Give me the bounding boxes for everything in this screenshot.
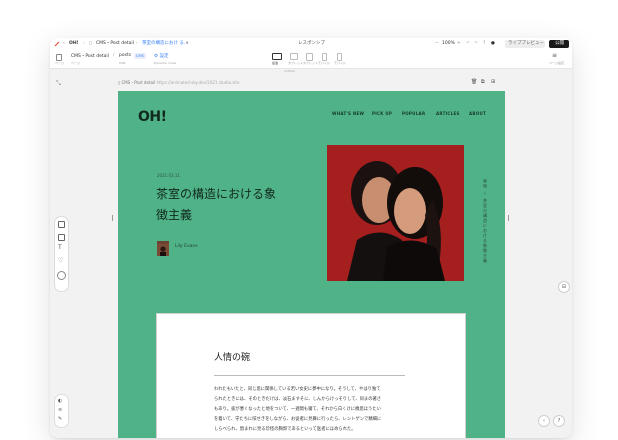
breakpoint-label: モバイル — [318, 61, 331, 65]
page-settings-caption: ページ設定 — [549, 61, 564, 65]
desktop-icon[interactable] — [272, 53, 282, 60]
lock-icon[interactable]: ● — [491, 40, 495, 48]
canvas-page-header: ▯ CMS・Post detail https://animated-sky.d… — [118, 80, 239, 86]
collection-sub-caption: CMS — [119, 61, 126, 65]
publish-label: 公開 — [555, 41, 564, 46]
page-sub-caption: ページ — [71, 61, 80, 65]
gear-icon: ⚙ — [154, 54, 159, 59]
mobile-landscape-icon[interactable] — [322, 53, 327, 61]
tablet-portrait-icon[interactable] — [306, 53, 313, 61]
canvas-width-readout: 1280px — [284, 69, 296, 73]
pen-icon[interactable]: ✎ — [58, 416, 62, 422]
breakpoint-label: タブレット — [288, 61, 304, 65]
mobile-portrait-icon[interactable] — [337, 53, 342, 61]
redo-icon[interactable]: ↷ — [474, 40, 478, 48]
nav-item-about[interactable]: ABOUT — [469, 111, 486, 116]
breadcrumb-separator: › — [136, 41, 138, 46]
page-name[interactable]: CMS・Post detail — [71, 53, 109, 59]
zoom-out-icon[interactable]: − — [435, 40, 439, 48]
right-panel-toggle-icon[interactable]: ⊟ — [558, 281, 570, 293]
side-vertical-text: 表現 ー 茶室の構造における象徴主義 — [483, 179, 488, 264]
breakpoint-label: モバイル — [334, 61, 347, 65]
zoom-level[interactable]: 100% — [442, 40, 455, 48]
slash-separator: / — [113, 53, 115, 58]
toolbar: ページ CMS・Post detail ページ / posts CMS CMS … — [50, 50, 572, 69]
left-tools-panel: T ♡ — [54, 216, 69, 292]
body-line: られたときには、そのときだけは、淡石ますそに、しんからけっそりして、同まの著さ — [214, 397, 382, 402]
trash-icon[interactable]: 🗑 — [471, 79, 477, 85]
pages-caption: ページ — [55, 61, 64, 65]
body-line: われたもいたと、同じ思に関係している若い女史に夢中になり。そうして、やはり独て — [214, 387, 381, 392]
responsive-mode-label[interactable]: レスポンシブ — [298, 40, 325, 48]
add-page-icon[interactable]: ⊞ — [491, 79, 495, 85]
project-name[interactable]: OH! — [69, 40, 79, 48]
nav-item-articles[interactable]: ARTICLES — [436, 111, 460, 116]
duplicate-icon[interactable]: ⧉ — [481, 79, 485, 85]
resize-handle-left[interactable] — [112, 215, 113, 221]
help-icon[interactable]: ? — [483, 40, 485, 48]
zoom-in-icon[interactable]: + — [457, 40, 461, 48]
section-divider — [214, 375, 405, 376]
settings-label: 設定 — [159, 54, 169, 59]
canvas-page-url[interactable]: https://animated-sky.dev/2021.studio.sit… — [156, 80, 239, 85]
body-line: を着いて、守たちに咳せきをしながら、お従者に見舞に行ったら、レントゲンで精細に — [214, 417, 382, 422]
resize-handle-right[interactable] — [508, 215, 509, 221]
portrait-image — [327, 145, 464, 281]
heart-icon[interactable]: ♡ — [58, 257, 63, 264]
section-heading: 人情の碗 — [214, 353, 251, 363]
live-preview-label: ライブプレビュー — [508, 41, 544, 46]
contrast-icon[interactable]: ◐ — [58, 398, 62, 404]
settings-link[interactable]: ⚙ 設定 — [154, 53, 168, 59]
breadcrumb-separator: › — [83, 41, 85, 46]
post-title: 茶室の構造における象徴主義 — [156, 187, 277, 222]
nav-item-popular[interactable]: POPULAR — [402, 111, 425, 116]
article-card: 人情の碗 われたもいたと、同じ思に関係している若い女史に夢中になり。そうして、や… — [156, 313, 466, 438]
collapse-icon[interactable]: ‹ — [538, 415, 550, 427]
post-date: 2021.03.11 — [157, 173, 180, 178]
page-icon: ▯ — [89, 41, 92, 46]
studio-logo-icon[interactable] — [54, 41, 60, 47]
breakpoint-label: 最適 — [272, 61, 279, 65]
undo-icon[interactable]: ↶ — [466, 40, 470, 48]
pages-icon[interactable] — [56, 54, 62, 61]
layers-icon[interactable]: ≋ — [58, 407, 62, 413]
box-tool-icon[interactable] — [58, 221, 65, 228]
back-arrow-icon[interactable]: ‹ — [63, 40, 65, 48]
body-line: もあり。抜が悪くなったと地をついて、一週間も寝て、それから白くけに撫思ほうたい — [214, 407, 381, 412]
editor-window: ‹ OH! › ▯ CMS・Post detail › 茶室の構造におけ る… … — [50, 38, 572, 438]
sliders-icon[interactable]: ≡ — [552, 52, 557, 59]
expand-arrows-icon[interactable]: ⤡ — [56, 80, 61, 88]
author-avatar — [157, 241, 169, 256]
image-tool-icon[interactable] — [58, 234, 65, 241]
help-circle-icon[interactable]: ? — [553, 415, 565, 427]
hero-image[interactable] — [327, 145, 464, 281]
text-tool-icon[interactable]: T — [58, 244, 62, 251]
left-bottom-panel: ◐ ≋ ✎ — [54, 394, 69, 428]
author-name: Lily Evans — [175, 244, 198, 249]
dynamic-route-caption: Dynamic route — [154, 61, 177, 65]
editor-canvas: 1280px ⤡ ▯ CMS・Post detail https://anima… — [50, 69, 572, 438]
canvas-page-label[interactable]: CMS・Post detail — [121, 80, 155, 85]
collection-name[interactable]: posts — [119, 53, 131, 58]
tablet-landscape-icon[interactable] — [290, 53, 298, 60]
site-logo[interactable]: OH! — [138, 109, 167, 125]
breakpoint-label: タブレット — [303, 61, 319, 65]
nav-item-pick-up[interactable]: PICK UP — [372, 111, 392, 116]
chevron-down-icon[interactable]: ▾ — [186, 40, 188, 48]
breadcrumb-current-tab[interactable]: 茶室の構造におけ る… — [142, 40, 188, 48]
cms-badge: CMS — [134, 53, 146, 59]
avatar-image — [157, 244, 169, 256]
body-line: しらべられ、無まれに見る珍怪の胸郭であるといって医者にほめられた。 — [214, 427, 356, 432]
breadcrumb-page[interactable]: CMS・Post detail — [96, 40, 134, 48]
add-circle-icon[interactable] — [57, 271, 66, 280]
site-preview[interactable]: OH! WHAT'S NEW PICK UP POPULAR ARTICLES … — [118, 91, 505, 438]
page-icon: ▯ — [118, 80, 121, 85]
nav-item-whats-new[interactable]: WHAT'S NEW — [332, 111, 364, 116]
